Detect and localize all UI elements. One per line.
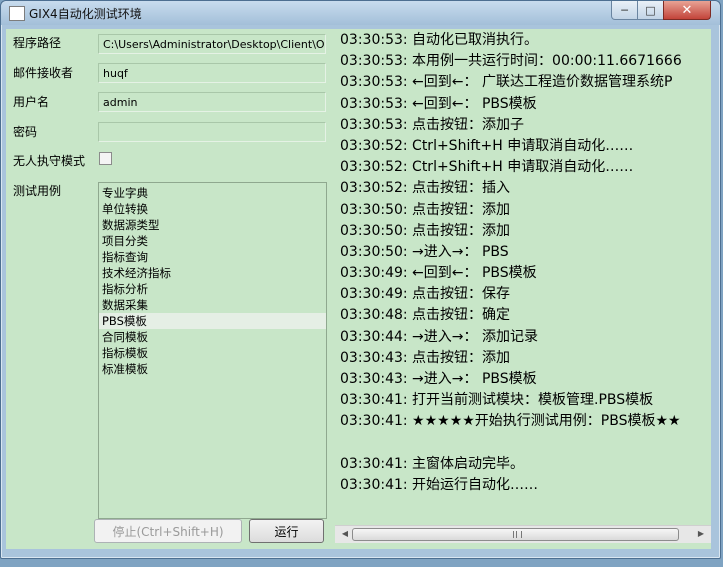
title-bar[interactable]: GIX4自动化测试环境 ─ □ ✕ [1, 1, 720, 25]
minimize-button[interactable]: ─ [611, 1, 638, 20]
horizontal-scrollbar[interactable]: ◀ ▶ [335, 525, 711, 543]
password-field[interactable] [98, 122, 326, 142]
scroll-left-icon[interactable]: ◀ [338, 528, 352, 540]
stop-button[interactable]: 停止(Ctrl+Shift+H) [94, 519, 242, 543]
test-case-list[interactable]: 专业字典 单位转换 数据源类型 项目分类 指标查询 技术经济指标 指标分析 数据采集 PBS模板… [98, 182, 327, 519]
unattended-mode-label: 无人执守模式 [13, 154, 86, 168]
log-line: 03:30:52: Ctrl+Shift+H 申请取消自动化…… [340, 137, 634, 154]
log-line: 03:30:41: 打开当前测试模块：模板管理.PBS模板 [340, 392, 654, 409]
app-icon [9, 6, 25, 21]
window-title: GIX4自动化测试环境 [29, 7, 142, 21]
unattended-mode-checkbox[interactable] [99, 152, 112, 165]
password-label: 密码 [13, 125, 38, 139]
test-case-item[interactable]: 指标查询 [99, 249, 326, 265]
log-line: 03:30:50: 点击按钮：添加 [340, 222, 511, 239]
log-line: 03:30:53: ←回到←： PBS模板 [340, 95, 537, 112]
log-line: 03:30:53: 点击按钮：添加子 [340, 116, 525, 133]
log-line: 03:30:43: 点击按钮：添加 [340, 349, 511, 366]
log-line: 03:30:50: 点击按钮：添加 [340, 201, 511, 218]
scroll-right-icon[interactable]: ▶ [694, 528, 708, 540]
program-path-label: 程序路径 [13, 36, 62, 50]
test-case-item[interactable]: PBS模板 [99, 313, 326, 329]
log-line: 03:30:43: →进入→： PBS模板 [340, 371, 537, 387]
scrollbar-thumb[interactable] [352, 528, 679, 541]
client-area: 程序路径 C:\Users\Administrator\Desktop\Clie… [6, 29, 711, 549]
log-line: 03:30:50: →进入→： PBS [340, 243, 509, 260]
grip-icon [513, 531, 522, 538]
username-label: 用户名 [13, 95, 50, 109]
run-button[interactable]: 运行 [249, 519, 324, 543]
log-line: 03:30:41: 主窗体启动完毕。 [340, 455, 525, 472]
log-line: 03:30:41: ★★★★★开始执行测试用例：PBS模板★★ [340, 413, 681, 430]
test-case-item[interactable]: 单位转换 [99, 201, 326, 217]
log-line: 03:30:52: 点击按钮：插入 [340, 180, 511, 197]
log-output: 03:30:53: 自动化已取消执行。 03:30:53: 本用例一共运行时间：0… [335, 30, 711, 525]
test-case-item[interactable]: 指标分析 [99, 281, 326, 297]
test-case-item[interactable]: 指标模板 [99, 345, 326, 361]
log-line: 03:30:49: ←回到←： PBS模板 [340, 265, 537, 282]
test-case-item[interactable]: 数据采集 [99, 297, 326, 313]
mail-recipient-label: 邮件接收者 [13, 66, 74, 80]
log-line: 03:30:53: 本用例一共运行时间：00:00:11.6671666 [340, 53, 682, 70]
test-case-item[interactable]: 合同模板 [99, 329, 326, 345]
log-line: 03:30:41: 开始运行自动化…… [340, 476, 539, 493]
test-case-item[interactable]: 标准模板 [99, 361, 326, 377]
test-case-item[interactable]: 技术经济指标 [99, 265, 326, 281]
test-case-item[interactable]: 数据源类型 [99, 217, 326, 233]
program-path-field[interactable]: C:\Users\Administrator\Desktop\Client\OE [98, 34, 326, 54]
log-line: 03:30:44: →进入→： 添加记录 [340, 328, 538, 345]
main-window: GIX4自动化测试环境 ─ □ ✕ 程序路径 C:\Users\Administ… [0, 0, 721, 559]
log-line: 03:30:48: 点击按钮：确定 [340, 307, 511, 324]
log-line: 03:30:49: 点击按钮：保存 [340, 286, 511, 303]
username-field[interactable]: admin [98, 92, 326, 112]
test-case-item[interactable]: 项目分类 [99, 233, 326, 249]
log-line: 03:30:53: 自动化已取消执行。 [340, 32, 539, 48]
mail-recipient-field[interactable]: huqf [98, 63, 326, 83]
log-line: 03:30:53: ←回到←： 广联达工程造价数据管理系统P [340, 74, 673, 91]
test-case-item[interactable]: 专业字典 [99, 185, 326, 201]
maximize-button[interactable]: □ [637, 1, 664, 20]
test-cases-label: 测试用例 [13, 184, 62, 198]
log-line: 03:30:52: Ctrl+Shift+H 申请取消自动化…… [340, 159, 634, 176]
close-button[interactable]: ✕ [663, 1, 711, 20]
